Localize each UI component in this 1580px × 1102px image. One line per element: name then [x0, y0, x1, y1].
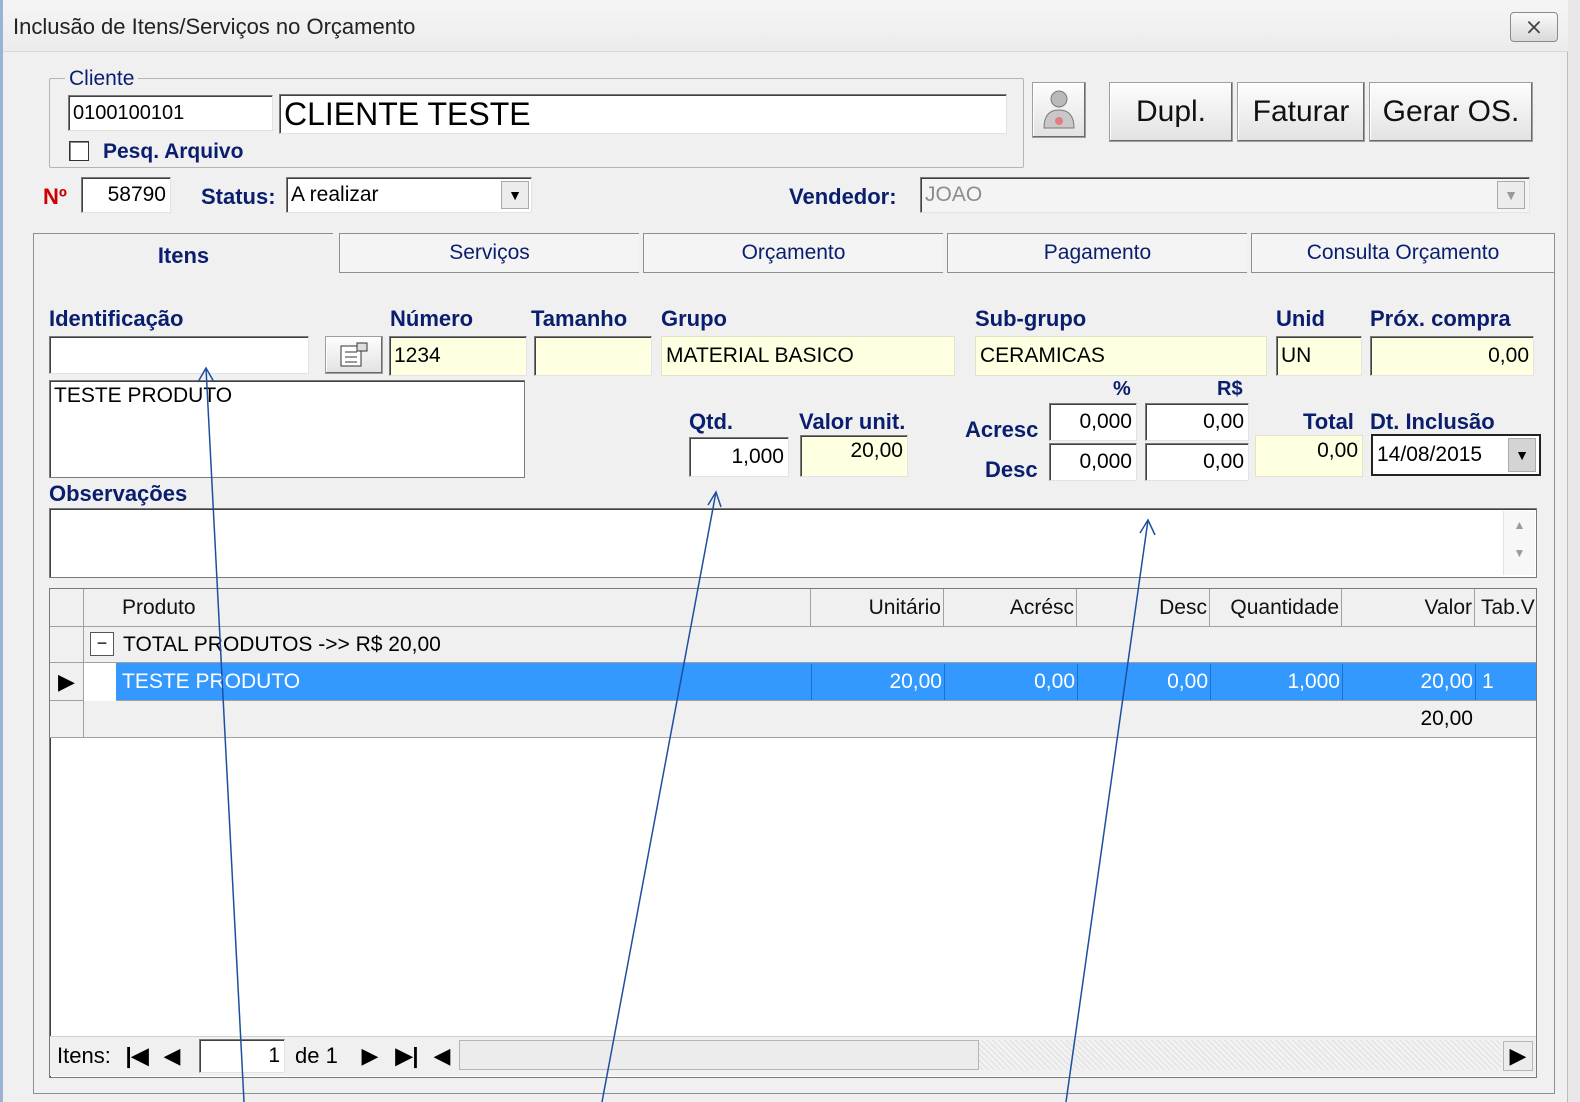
annotation-arrow-qtd [601, 491, 717, 1102]
annotation-arrows [197, 366, 1156, 1102]
annotation-arrow-acresc [1065, 519, 1149, 1102]
annotation-arrow-identificacao [205, 367, 245, 1102]
